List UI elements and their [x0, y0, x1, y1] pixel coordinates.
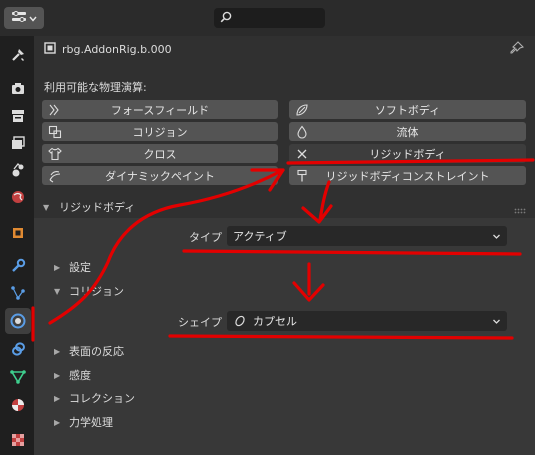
- object-tab-icon[interactable]: [5, 220, 31, 246]
- expand-triangle-icon: ▼: [54, 286, 61, 296]
- properties-editor-icon: [11, 10, 26, 26]
- capsule-icon: [233, 315, 247, 327]
- available-physics-label: 利用可能な物理演算:: [44, 81, 147, 94]
- constraints-tab-icon[interactable]: [5, 336, 31, 362]
- material-tab-icon[interactable]: [5, 392, 31, 418]
- texture-tab-icon[interactable]: [5, 427, 31, 453]
- search-input[interactable]: [214, 8, 325, 28]
- collapsed-triangle-icon: ▶: [54, 417, 61, 427]
- surface-response-subpanel[interactable]: ▶ 表面の反応: [54, 343, 124, 359]
- collections-subpanel[interactable]: ▶ コレクション: [54, 390, 135, 406]
- particles-tab-icon[interactable]: [5, 280, 31, 306]
- collapsed-triangle-icon: ▶: [54, 262, 61, 272]
- cloth-button[interactable]: クロス: [42, 144, 278, 163]
- soft-body-icon: [294, 102, 309, 117]
- chevron-down-icon: [492, 231, 501, 244]
- pin-icon[interactable]: [510, 41, 525, 58]
- collapsed-triangle-icon: ▶: [54, 393, 61, 403]
- physics-tab-icon[interactable]: [5, 308, 31, 334]
- expand-triangle-icon: ▼: [43, 202, 50, 212]
- collision-icon: [47, 124, 62, 139]
- drag-grip-icon[interactable]: [514, 204, 526, 214]
- object-context-row: rbg.AddonRig.b.000: [44, 40, 172, 58]
- dynamics-subpanel[interactable]: ▶ 力学処理: [54, 414, 113, 430]
- modifier-tab-icon[interactable]: [5, 253, 31, 279]
- soft-body-button[interactable]: ソフトボディ: [289, 100, 526, 119]
- settings-subpanel[interactable]: ▶ 設定: [54, 259, 91, 275]
- cloth-shirt-icon: [47, 146, 62, 161]
- type-label: タイプ: [189, 231, 222, 244]
- force-field-button[interactable]: フォースフィールド: [42, 100, 278, 119]
- view-layer-tab-icon[interactable]: [5, 130, 31, 156]
- shape-value: カプセル: [253, 315, 297, 328]
- type-value: アクティブ: [233, 230, 287, 243]
- world-tab-icon[interactable]: [5, 184, 31, 210]
- properties-tab-bar: [0, 36, 34, 455]
- collapsed-triangle-icon: ▶: [54, 346, 61, 356]
- type-dropdown[interactable]: アクティブ: [227, 226, 507, 246]
- constraint-icon: [294, 168, 309, 183]
- shape-label: シェイプ: [178, 316, 222, 329]
- tool-tab-icon[interactable]: [5, 42, 31, 68]
- dynamic-paint-button[interactable]: ダイナミックペイント: [42, 166, 278, 185]
- sensitivity-subpanel[interactable]: ▶ 感度: [54, 367, 91, 383]
- fluid-drop-icon: [294, 124, 309, 139]
- dynamic-paint-icon: [47, 168, 62, 183]
- shape-dropdown[interactable]: カプセル: [227, 311, 507, 331]
- data-tab-icon[interactable]: [5, 364, 31, 390]
- collapsed-triangle-icon: ▶: [54, 370, 61, 380]
- chevron-down-icon: [28, 12, 37, 25]
- collision-button[interactable]: コリジョン: [42, 122, 278, 141]
- force-field-icon: [47, 102, 62, 117]
- scene-tab-icon[interactable]: [5, 157, 31, 183]
- object-icon: [44, 41, 56, 57]
- fluid-button[interactable]: 流体: [289, 122, 526, 141]
- rigid-body-button[interactable]: リジッドボディ: [289, 144, 526, 163]
- chevron-down-icon: [492, 316, 501, 329]
- output-tab-icon[interactable]: [5, 103, 31, 129]
- render-tab-icon[interactable]: [5, 76, 31, 102]
- close-x-icon: [294, 146, 309, 161]
- search-icon: [220, 11, 232, 26]
- collision-subpanel[interactable]: ▼ コリジョン: [54, 283, 124, 299]
- editor-type-button[interactable]: [4, 7, 44, 29]
- rigid-body-panel-header[interactable]: ▼ リジッドボディ: [34, 196, 535, 218]
- object-name: rbg.AddonRig.b.000: [62, 42, 172, 56]
- panel-title: リジッドボディ: [59, 201, 136, 214]
- rigid-body-constraint-button[interactable]: リジッドボディコンストレイント: [289, 166, 526, 185]
